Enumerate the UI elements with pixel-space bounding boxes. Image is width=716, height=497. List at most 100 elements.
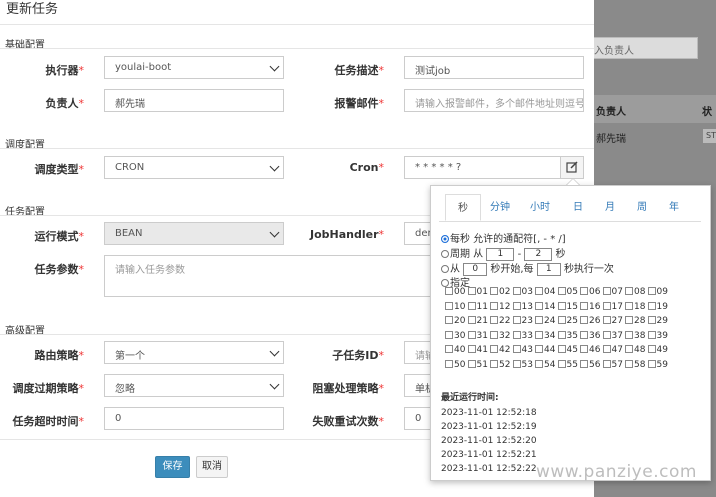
second-checkbox[interactable]: 06: [580, 287, 600, 297]
second-checkbox[interactable]: 40: [445, 345, 465, 355]
tab-second[interactable]: 秒: [445, 194, 481, 221]
second-checkbox[interactable]: 29: [647, 316, 668, 326]
executor-select[interactable]: youlai-boot: [104, 56, 284, 79]
second-checkbox[interactable]: 47: [602, 345, 623, 355]
second-checkbox[interactable]: 34: [535, 330, 555, 341]
second-checkbox[interactable]: 32: [490, 330, 510, 341]
tab-month[interactable]: 月: [597, 194, 623, 221]
period-to-input[interactable]: 2: [524, 247, 553, 261]
second-checkbox[interactable]: 20: [445, 316, 465, 326]
checkbox-icon: [602, 316, 611, 324]
second-checkbox[interactable]: 27: [602, 316, 623, 326]
job-handler-label: JobHandler*: [309, 228, 384, 241]
second-checkbox[interactable]: 03: [512, 287, 533, 297]
chevron-down-icon: [269, 379, 280, 390]
second-checkbox[interactable]: 19: [647, 301, 668, 312]
tab-minute[interactable]: 分钟: [485, 194, 515, 221]
second-checkbox[interactable]: 01: [467, 287, 488, 297]
second-checkbox-label: 06: [589, 287, 601, 297]
cron-tabs: 秒 分钟 小时 日 月 周 年: [439, 194, 701, 222]
second-checkbox[interactable]: 17: [602, 301, 623, 312]
second-checkbox[interactable]: 02: [490, 287, 510, 297]
second-checkbox[interactable]: 38: [625, 330, 645, 341]
tab-week[interactable]: 周: [629, 194, 655, 221]
second-checkbox-label: 35: [566, 330, 578, 341]
second-checkbox[interactable]: 42: [490, 345, 510, 355]
run-mode-select[interactable]: BEAN: [104, 222, 284, 245]
second-checkbox[interactable]: 59: [647, 359, 668, 370]
radio-every-second[interactable]: 每秒 允许的通配符[, - * /]: [441, 230, 566, 245]
second-checkbox[interactable]: 43: [512, 345, 533, 355]
second-checkbox[interactable]: 07: [602, 287, 623, 297]
second-checkbox[interactable]: 04: [535, 287, 555, 297]
second-checkbox[interactable]: 14: [535, 301, 555, 312]
radio-period[interactable]: 周期 从 1 - 2 秒: [441, 245, 566, 261]
second-checkbox[interactable]: 23: [512, 316, 533, 326]
tab-year[interactable]: 年: [661, 194, 687, 221]
second-checkbox[interactable]: 39: [647, 330, 668, 341]
checkbox-icon: [625, 316, 633, 324]
checkbox-icon: [535, 301, 543, 310]
timeout-input[interactable]: 0: [104, 407, 284, 430]
second-checkbox[interactable]: 28: [625, 316, 645, 326]
second-checkbox[interactable]: 16: [580, 301, 600, 312]
checkbox-icon: [625, 330, 633, 339]
second-checkbox[interactable]: 25: [557, 316, 578, 326]
cron-input[interactable]: * * * * * ?: [404, 156, 561, 179]
schedule-type-select[interactable]: CRON: [104, 156, 284, 179]
second-checkbox[interactable]: 10: [445, 301, 465, 312]
from-step-input[interactable]: 1: [536, 262, 561, 276]
cancel-button[interactable]: 取消: [196, 456, 228, 478]
second-checkbox[interactable]: 18: [625, 301, 645, 312]
period-from-input[interactable]: 1: [486, 247, 515, 261]
second-checkbox-label: 46: [589, 345, 601, 355]
second-checkbox[interactable]: 00: [445, 287, 465, 297]
checkbox-icon: [490, 301, 498, 310]
second-checkbox[interactable]: 21: [467, 316, 488, 326]
second-checkbox[interactable]: 30: [445, 330, 465, 341]
desc-input[interactable]: 测试job: [404, 56, 584, 79]
second-checkbox[interactable]: 08: [625, 287, 645, 297]
second-checkbox[interactable]: 22: [490, 316, 510, 326]
second-checkbox[interactable]: 45: [557, 345, 578, 355]
route-select[interactable]: 第一个: [104, 341, 284, 364]
second-checkbox[interactable]: 53: [512, 359, 533, 370]
second-checkbox[interactable]: 33: [512, 330, 533, 341]
second-checkbox-label: 02: [499, 287, 511, 297]
second-checkbox[interactable]: 58: [625, 359, 645, 370]
checkbox-icon: [625, 287, 633, 295]
second-checkbox[interactable]: 48: [625, 345, 645, 355]
second-checkbox[interactable]: 37: [602, 330, 623, 341]
second-checkbox[interactable]: 44: [535, 345, 555, 355]
second-checkbox[interactable]: 13: [512, 301, 533, 312]
cron-edit-button[interactable]: [560, 156, 584, 179]
second-checkbox[interactable]: 55: [557, 359, 578, 370]
second-checkbox[interactable]: 05: [557, 287, 578, 297]
tab-hour[interactable]: 小时: [525, 194, 555, 221]
second-checkbox[interactable]: 35: [557, 330, 578, 341]
owner-input[interactable]: 郝先瑞: [104, 89, 284, 112]
second-checkbox[interactable]: 41: [467, 345, 488, 355]
retry-label: 失败重试次数*: [312, 415, 385, 428]
second-checkbox[interactable]: 12: [490, 301, 510, 312]
second-checkbox[interactable]: 56: [580, 359, 600, 370]
second-checkbox[interactable]: 46: [580, 345, 600, 355]
second-checkbox[interactable]: 15: [557, 301, 578, 312]
second-checkbox[interactable]: 57: [602, 359, 623, 370]
bg-row-owner: 郝先瑞: [596, 134, 626, 145]
second-checkbox[interactable]: 52: [490, 359, 510, 370]
second-checkbox[interactable]: 54: [535, 359, 555, 370]
second-checkbox[interactable]: 11: [467, 301, 488, 312]
second-checkbox[interactable]: 24: [535, 316, 555, 326]
tab-day[interactable]: 日: [565, 194, 591, 221]
second-checkbox[interactable]: 36: [580, 330, 600, 341]
second-checkbox[interactable]: 26: [580, 316, 600, 326]
misfire-select[interactable]: 忽略: [104, 374, 284, 397]
second-checkbox[interactable]: 31: [467, 330, 488, 341]
alarm-email-input[interactable]: 请输入报警邮件，多个邮件地址则逗号分隔: [404, 89, 584, 112]
second-checkbox[interactable]: 09: [647, 287, 668, 297]
second-checkbox[interactable]: 51: [467, 359, 488, 370]
second-checkbox[interactable]: 49: [647, 345, 668, 355]
save-button[interactable]: 保存: [155, 456, 190, 478]
second-checkbox[interactable]: 50: [445, 359, 465, 370]
